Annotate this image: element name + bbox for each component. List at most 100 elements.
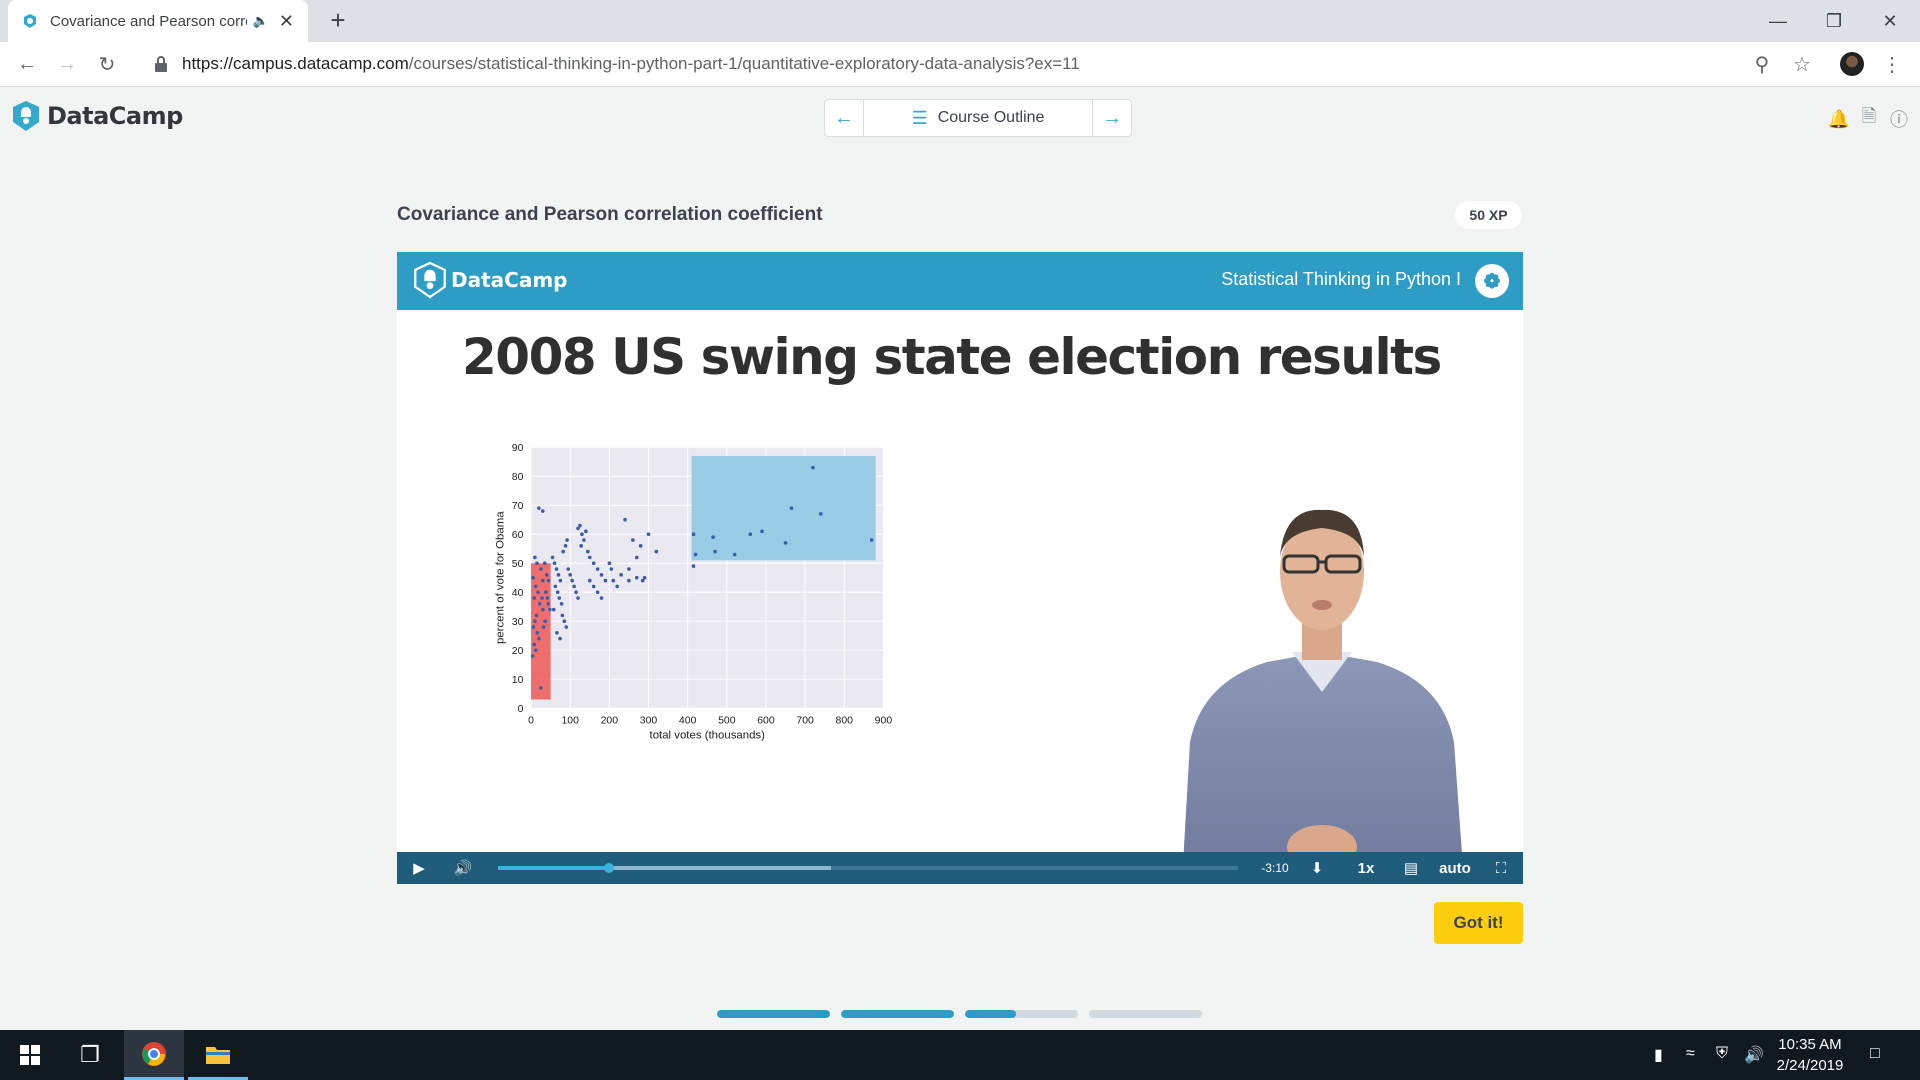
data-point (531, 625, 536, 629)
x-tick-label: 600 (757, 715, 775, 726)
new-tab-button[interactable]: + (324, 6, 352, 34)
y-tick-label: 30 (512, 617, 524, 628)
browser-tab[interactable]: Covariance and Pearson correlation coeff… (8, 0, 308, 42)
forward-arrow-icon[interactable]: → (52, 49, 82, 79)
profile-avatar[interactable] (1840, 52, 1864, 76)
data-point (533, 584, 538, 589)
bookmark-star-icon[interactable]: ☆ (1788, 50, 1816, 78)
data-point (534, 613, 539, 618)
data-point (551, 607, 556, 612)
menu-icon: ☰ (911, 107, 928, 128)
data-point (532, 596, 536, 600)
data-point (559, 602, 564, 606)
slide-logo-text: DataCamp (451, 268, 568, 292)
y-tick-label: 70 (512, 501, 524, 512)
fullscreen-icon[interactable]: ⛶ (1489, 852, 1513, 884)
x-tick-label: 0 (528, 715, 534, 726)
captions-icon[interactable]: ▤ (1399, 852, 1423, 884)
download-icon[interactable]: ⬇ (1305, 852, 1329, 884)
file-explorer-icon[interactable] (188, 1030, 248, 1080)
data-point (558, 636, 562, 641)
y-tick-label: 10 (512, 675, 524, 686)
highlight-region (531, 563, 551, 700)
quality-button[interactable]: auto (1435, 852, 1475, 884)
got-it-button[interactable]: Got it! (1434, 902, 1523, 944)
back-arrow-icon[interactable]: ← (12, 49, 42, 79)
wifi-icon[interactable]: ≈ (1686, 1045, 1695, 1063)
browser-menu-icon[interactable]: ⋮ (1878, 50, 1906, 78)
course-navigation: ← ☰ Course Outline → (824, 99, 1132, 137)
election-scatter-chart: 0 100 200 300 400 500 600 700 800 900 0 10 20 30 40 50 6… (494, 443, 892, 742)
notification-bell-icon[interactable]: 🔔 (1828, 108, 1850, 130)
data-point (711, 535, 715, 539)
address-bar[interactable]: https://campus.datacamp.com/courses/stat… (140, 47, 1760, 81)
audio-playing-icon[interactable]: 🔈 (253, 13, 269, 29)
data-point (584, 529, 588, 534)
tab-title: Covariance and Pearson correlation coeff… (50, 12, 247, 30)
datacamp-logo[interactable]: DataCamp (11, 100, 183, 132)
data-point (570, 578, 574, 583)
x-tick-label: 400 (679, 715, 697, 726)
played-progress (498, 866, 609, 870)
progress-step-fill (841, 1010, 954, 1018)
data-point (546, 578, 551, 583)
data-point (553, 584, 558, 589)
data-point (732, 552, 737, 557)
data-point (638, 544, 643, 548)
pdf-slides-icon[interactable]: 🗎 (1858, 106, 1880, 130)
data-point (540, 607, 545, 612)
slide-header: DataCamp Statistical Thinking in Python … (397, 252, 1523, 310)
seek-bar[interactable] (498, 863, 1238, 873)
y-tick-label: 20 (512, 646, 524, 657)
taskbar-clock[interactable]: 10:35 AM 2/24/2019 (1760, 1034, 1860, 1076)
data-point (603, 578, 608, 583)
slide-logo-icon (414, 261, 446, 299)
url-host: https://campus.datacamp.com (182, 54, 409, 73)
data-point (587, 578, 592, 583)
battery-icon[interactable]: ▮ (1654, 1045, 1663, 1065)
zoom-icon[interactable]: ⚲ (1748, 50, 1776, 78)
data-point (548, 607, 552, 612)
slide-title: 2008 US swing state election results (462, 328, 1442, 386)
data-point (566, 567, 571, 571)
minimize-window-button[interactable]: — (1750, 0, 1806, 42)
close-tab-icon[interactable]: ✕ (279, 11, 294, 32)
previous-exercise-button[interactable]: ← (825, 100, 863, 136)
data-point (599, 596, 604, 600)
x-tick-label: 700 (796, 715, 814, 726)
play-icon[interactable]: ▶ (409, 852, 429, 884)
next-exercise-button[interactable]: → (1093, 100, 1131, 136)
report-issue-icon[interactable]: ⓘ (1888, 108, 1910, 130)
data-point (546, 602, 551, 606)
data-point (748, 532, 753, 537)
data-point (818, 512, 823, 516)
security-shield-icon[interactable]: ⛨ (1716, 1045, 1728, 1063)
task-view-icon[interactable]: ❐ (60, 1030, 120, 1080)
seek-handle[interactable] (604, 863, 614, 873)
xp-badge: 50 XP (1455, 201, 1522, 229)
reload-icon[interactable]: ↻ (92, 49, 122, 79)
data-point (654, 549, 659, 554)
course-outline-button[interactable]: ☰ Course Outline (863, 100, 1093, 136)
close-window-button[interactable]: ✕ (1862, 0, 1918, 42)
video-controls: ▶ 🔊 -3:10 ⬇ 1x ▤ auto ⛶ (397, 852, 1523, 884)
clock-time: 10:35 AM (1778, 1036, 1842, 1053)
playback-speed-button[interactable]: 1x (1352, 852, 1380, 884)
data-point (563, 544, 568, 548)
datacamp-favicon-icon (24, 14, 36, 28)
y-tick-label: 50 (512, 559, 524, 570)
video-player[interactable]: DataCamp Statistical Thinking in Python … (397, 252, 1523, 884)
data-point (537, 602, 542, 606)
data-point (532, 642, 536, 647)
chrome-taskbar-icon[interactable] (124, 1030, 184, 1080)
data-point (535, 630, 540, 635)
windows-start-icon[interactable] (0, 1030, 60, 1080)
browser-tab-bar: Covariance and Pearson correlation coeff… (0, 0, 1920, 42)
restore-window-button[interactable]: ❐ (1806, 0, 1862, 42)
data-point (531, 575, 535, 580)
data-point (533, 648, 538, 653)
y-tick-label: 80 (512, 472, 524, 483)
volume-icon[interactable]: 🔊 (451, 852, 475, 884)
x-tick-label: 500 (718, 715, 736, 726)
action-center-icon[interactable]: □ (1870, 1045, 1880, 1063)
